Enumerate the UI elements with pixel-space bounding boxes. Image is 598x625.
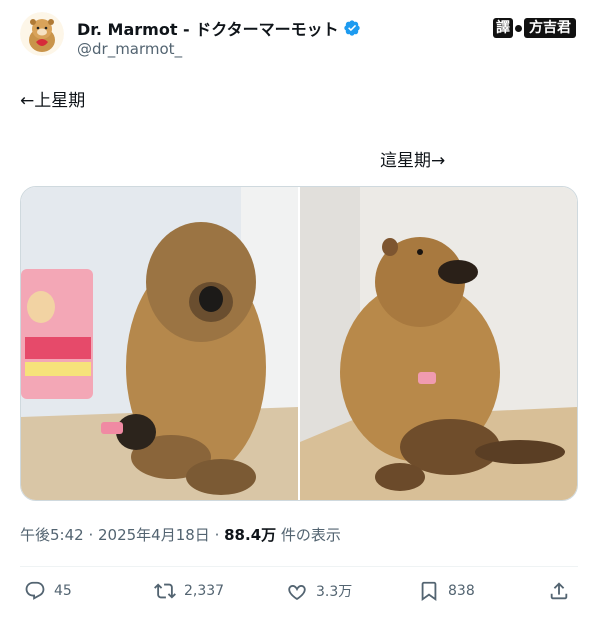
tweet-header: Dr. Marmot - ドクターマーモット @dr_marmot_ 譯 方吉君 [20, 12, 580, 62]
avatar[interactable] [20, 12, 64, 56]
verified-badge-icon [343, 20, 360, 36]
bookmark-button[interactable]: 838 [418, 580, 475, 602]
watermark-part1: 譯 [493, 18, 513, 38]
user-handle[interactable]: @dr_marmot_ [77, 40, 182, 58]
view-label: 件の表示 [276, 526, 341, 544]
meta-separator: · [209, 526, 225, 544]
post-date[interactable]: 2025年4月18日 [98, 526, 210, 544]
share-icon [550, 582, 568, 600]
watermark-part2: 方吉君 [524, 18, 576, 38]
reply-button[interactable]: 45 [24, 580, 72, 602]
retweet-button[interactable]: 2,337 [154, 580, 224, 602]
action-bar: 45 2,337 3.3万 838 [20, 580, 578, 614]
like-count: 3.3万 [316, 584, 353, 600]
post-time[interactable]: 午後5:42 [20, 526, 84, 544]
retweet-icon [154, 583, 176, 599]
meta-separator: · [83, 526, 98, 544]
translator-watermark: 譯 方吉君 [493, 18, 576, 38]
tweet-text-line2: 這星期→ [380, 151, 446, 171]
divider [20, 566, 578, 567]
bookmark-icon [421, 581, 437, 602]
bookmark-count: 838 [448, 583, 475, 599]
share-button[interactable] [548, 580, 570, 602]
tweet-media[interactable] [20, 186, 578, 501]
name-row: Dr. Marmot - ドクターマーモット [77, 16, 361, 40]
reply-icon [25, 581, 45, 600]
view-count: 88.4万 [224, 526, 277, 544]
photo-last-week[interactable] [21, 187, 298, 500]
tweet-text-line1: ←上星期 [20, 91, 86, 111]
watermark-dot [515, 24, 522, 32]
photo-this-week[interactable] [300, 187, 577, 500]
like-button[interactable]: 3.3万 [286, 580, 352, 602]
display-name[interactable]: Dr. Marmot - ドクターマーモット [77, 16, 339, 40]
reply-count: 45 [54, 583, 72, 599]
retweet-count: 2,337 [184, 583, 225, 599]
tweet-meta: 午後5:42 · 2025年4月18日 · 88.4万 件の表示 [20, 524, 341, 545]
heart-icon [288, 585, 306, 600]
